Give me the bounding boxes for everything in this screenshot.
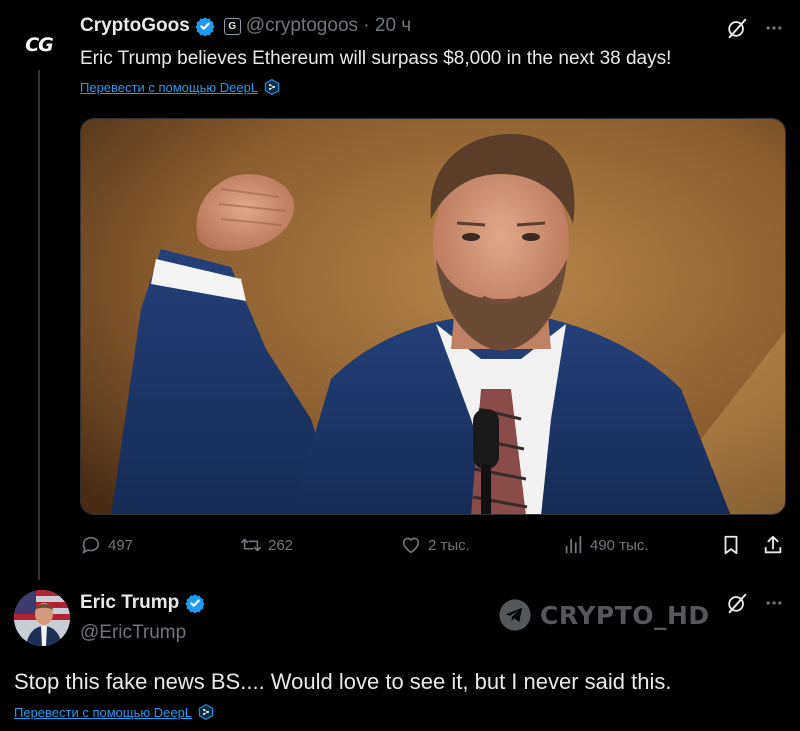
deepl-icon (264, 79, 280, 95)
handle-and-time[interactable]: @cryptogoos · 20 ч (246, 15, 411, 37)
avatar-logo-text: CG (25, 34, 54, 56)
repost-count: 262 (268, 536, 294, 554)
watermark-text: CRYPTO_HD (540, 600, 710, 630)
tweet-actions: 497 262 2 тыс. 490 тыс. (80, 534, 785, 558)
author-name[interactable]: CryptoGoos (80, 15, 190, 37)
tweet-header: Eric Trump (80, 592, 205, 614)
bookmark-button[interactable] (720, 534, 742, 556)
avatar[interactable] (14, 590, 70, 646)
reply-button[interactable]: 497 (80, 534, 133, 556)
watermark: CRYPTO_HD (498, 598, 710, 632)
affiliate-badge[interactable]: G (223, 17, 241, 35)
telegram-icon (499, 599, 531, 631)
avatar[interactable]: CG (16, 22, 62, 68)
grok-icon[interactable] (726, 17, 748, 39)
like-icon (402, 537, 420, 554)
views-button[interactable]: 490 тыс. (562, 534, 649, 556)
more-icon[interactable] (764, 18, 784, 38)
verified-icon (195, 17, 215, 36)
reply-icon (82, 536, 100, 554)
views-icon (565, 535, 582, 554)
tweet-top-actions (726, 592, 784, 614)
grok-icon[interactable] (726, 592, 748, 614)
repost-icon (241, 538, 261, 552)
tweet-top-actions (726, 17, 784, 39)
share-icon (764, 535, 782, 554)
verified-icon (185, 594, 205, 613)
translate-link[interactable]: Перевести с помощью DeepL (14, 704, 214, 720)
photo-illustration (81, 119, 785, 514)
like-count: 2 тыс. (428, 536, 470, 554)
reply-count: 497 (108, 536, 134, 554)
tweet-header: CryptoGoos G @cryptogoos · 20 ч (80, 15, 411, 37)
author-name[interactable]: Eric Trump (80, 592, 179, 614)
translate-label[interactable]: Перевести с помощью DeepL (80, 80, 258, 95)
tweet-text: Stop this fake news BS.... Would love to… (14, 669, 672, 694)
more-icon[interactable] (764, 593, 784, 613)
tweet-text: Eric Trump believes Ethereum will surpas… (80, 48, 672, 69)
translate-label[interactable]: Перевести с помощью DeepL (14, 705, 192, 720)
share-button[interactable] (762, 534, 784, 556)
deepl-icon (198, 704, 214, 720)
repost-button[interactable]: 262 (240, 534, 293, 556)
tweet-photo[interactable] (80, 118, 786, 515)
views-count: 490 тыс. (590, 536, 649, 554)
author-handle[interactable]: @EricTrump (80, 622, 186, 644)
bookmark-icon (724, 535, 738, 555)
avatar-illustration (14, 590, 70, 646)
like-button[interactable]: 2 тыс. (400, 534, 470, 556)
thread-line (38, 70, 40, 580)
translate-link[interactable]: Перевести с помощью DeepL (80, 79, 280, 95)
